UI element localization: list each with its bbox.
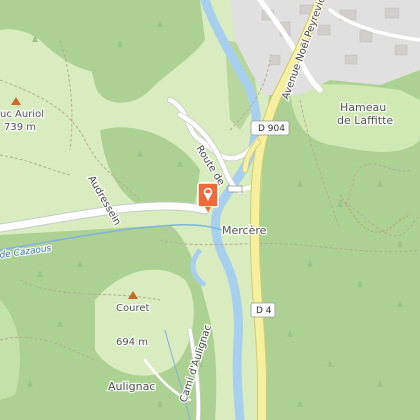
road-shield-d4-text: D 4 bbox=[256, 306, 272, 316]
map-viewport[interactable]: uc Auriol 739 m Couret 694 m Hameau de L… bbox=[0, 0, 420, 420]
map-pin-marker-icon[interactable] bbox=[197, 182, 219, 212]
place-hameau-line1: Hameau bbox=[340, 101, 386, 114]
road-shield-d904: D 904 bbox=[250, 120, 290, 136]
peak-auriol-elevation: 739 m bbox=[4, 122, 36, 133]
peak-auriol-name: uc Auriol bbox=[0, 109, 44, 120]
road-shield-d904-text: D 904 bbox=[258, 124, 285, 134]
bridge bbox=[227, 185, 243, 193]
peak-couret-elevation: 694 m bbox=[116, 337, 148, 348]
map-canvas[interactable]: uc Auriol 739 m Couret 694 m Hameau de L… bbox=[0, 0, 420, 420]
place-aulignac: Aulignac bbox=[108, 380, 155, 393]
place-hameau-line2: de Laffitte bbox=[337, 114, 393, 127]
road-shield-d4: D 4 bbox=[250, 302, 276, 318]
peak-couret-name: Couret bbox=[116, 303, 149, 314]
place-mercere: Mercère bbox=[222, 224, 267, 237]
